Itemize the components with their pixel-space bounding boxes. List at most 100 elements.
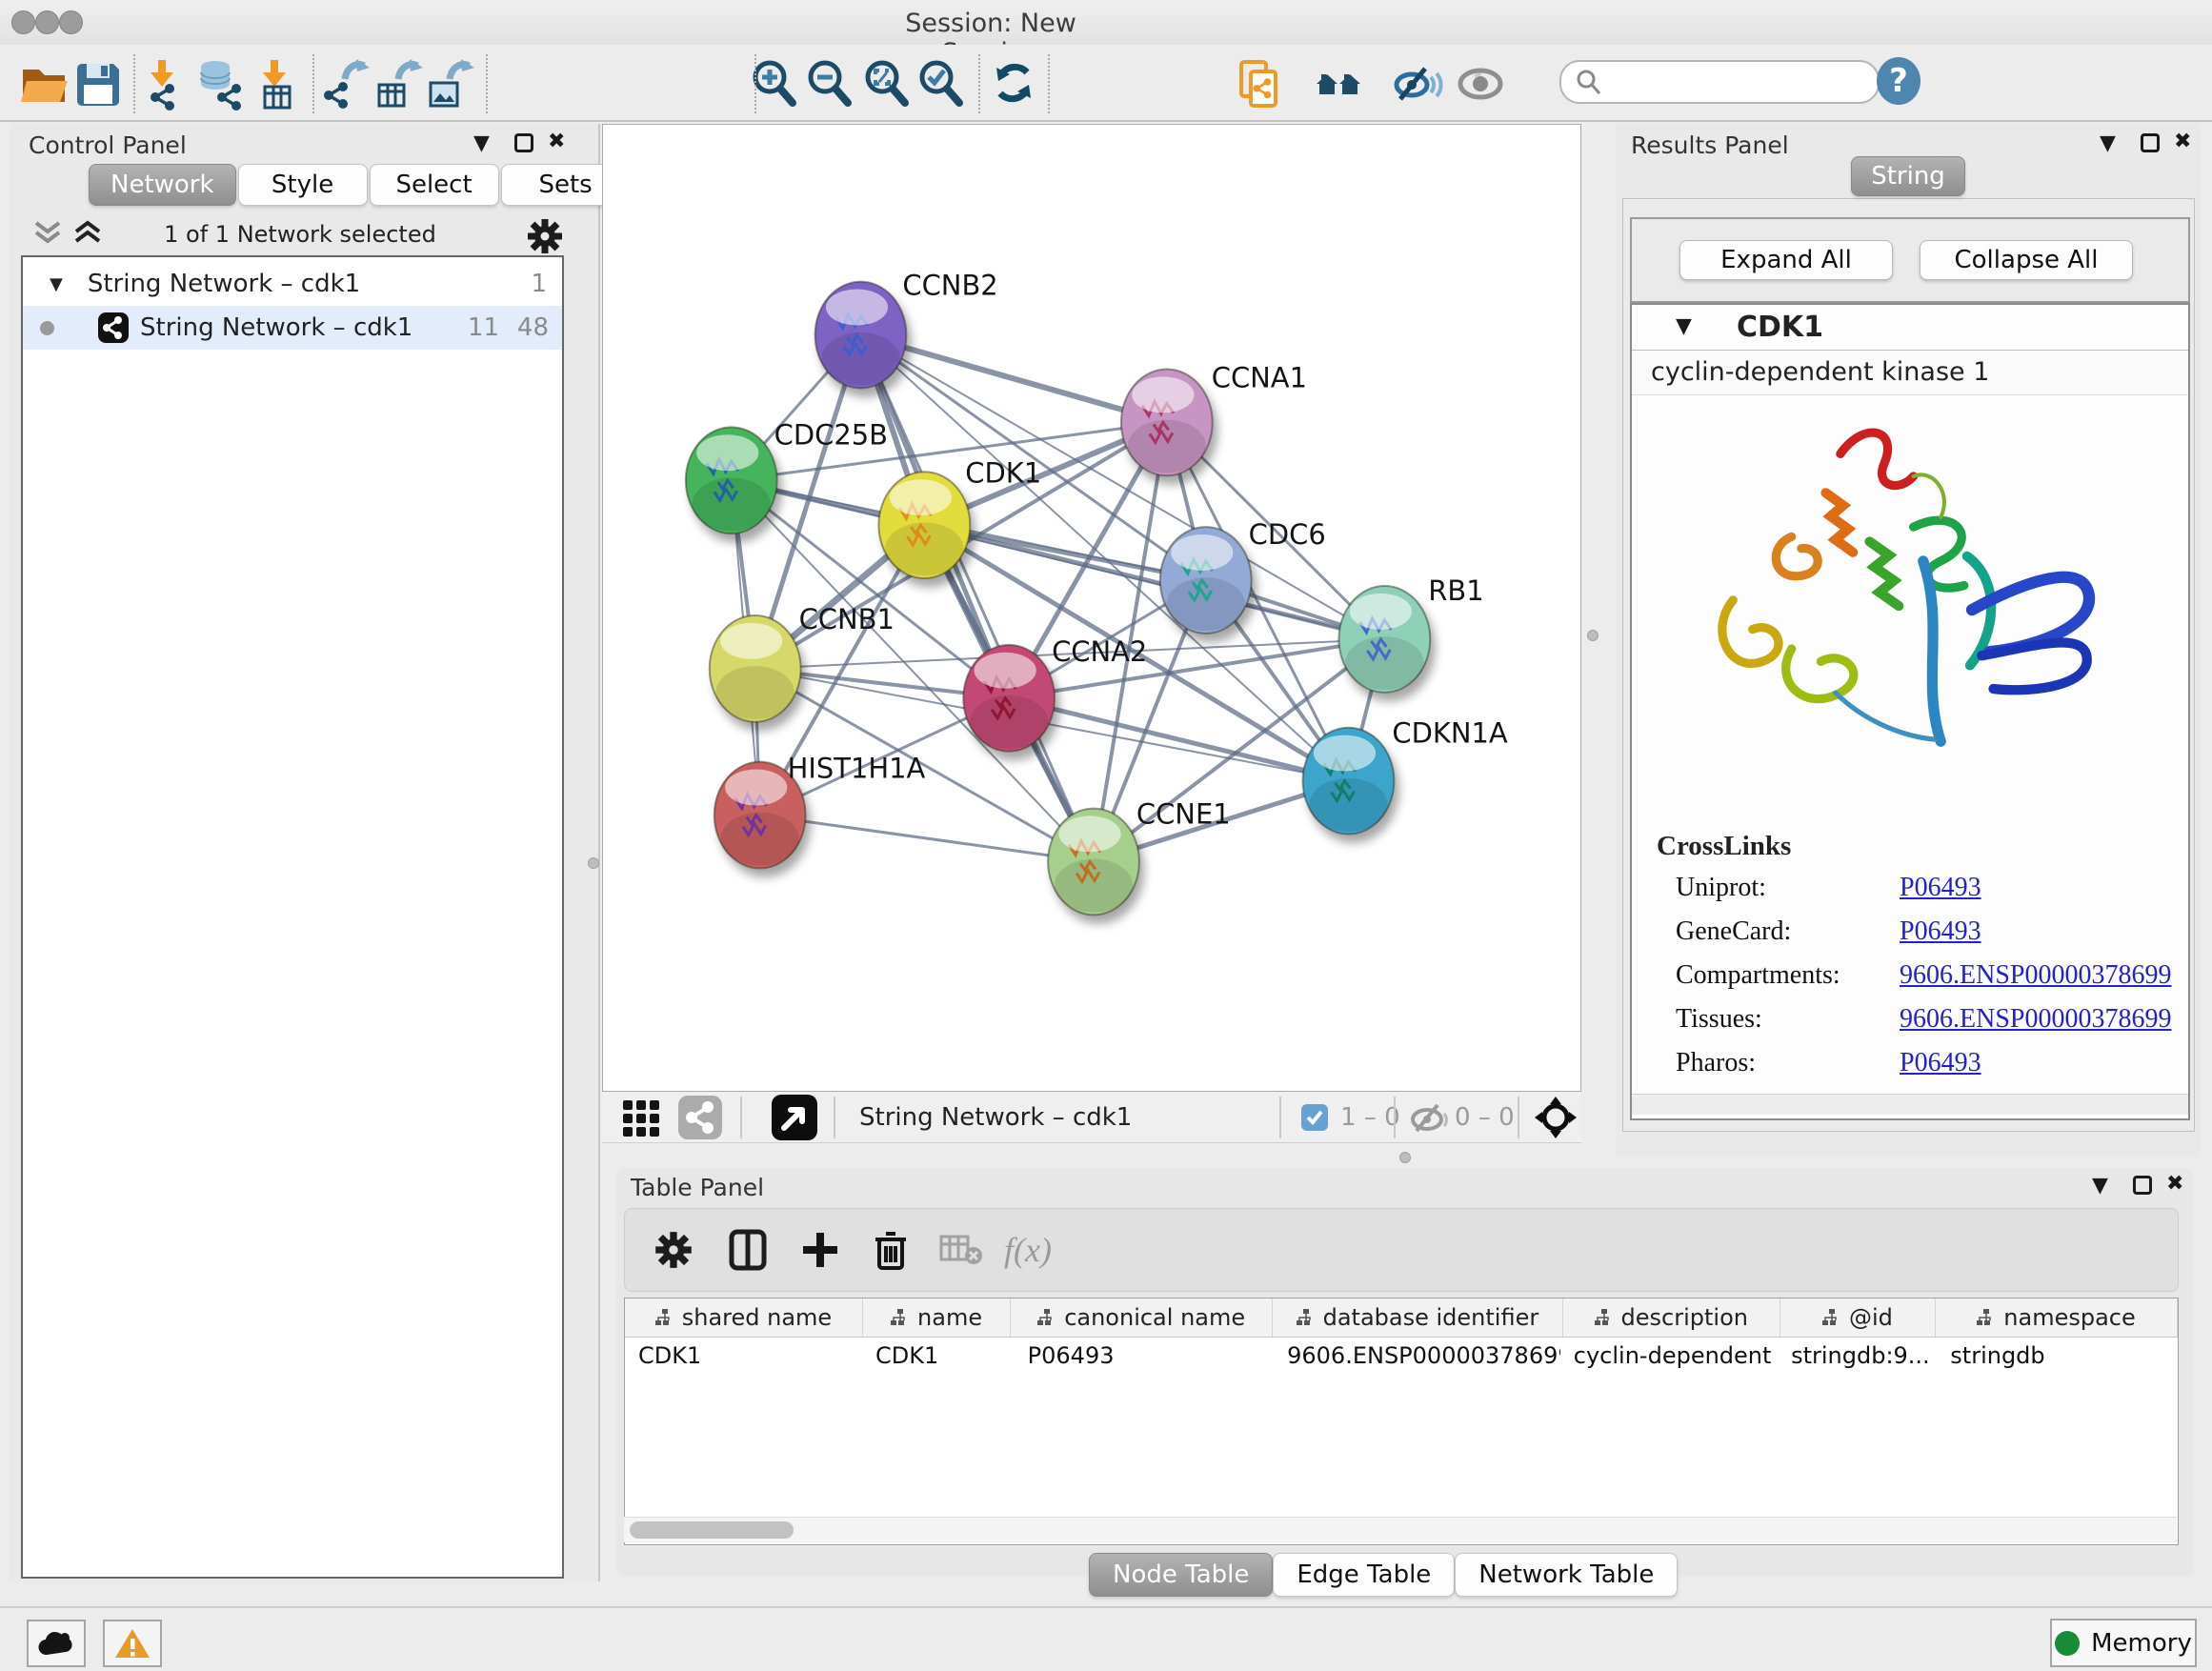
duplicate-network-icon[interactable] bbox=[1234, 58, 1287, 111]
crosslink-link[interactable]: 9606.ENSP00000378699 bbox=[1900, 960, 2171, 991]
zoom-fit-icon[interactable] bbox=[861, 58, 915, 111]
collapse-all-button[interactable]: Collapse All bbox=[1920, 240, 2133, 280]
show-panels-icon[interactable] bbox=[1314, 58, 1367, 111]
tab-string[interactable]: String bbox=[1851, 156, 1965, 196]
refresh-icon[interactable] bbox=[989, 58, 1042, 111]
zoom-in-icon[interactable] bbox=[749, 58, 802, 111]
network-node-CCNE1[interactable] bbox=[1048, 809, 1139, 916]
network-edge[interactable] bbox=[760, 815, 1094, 862]
selected-checkbox[interactable] bbox=[1301, 1098, 1328, 1137]
share-view-icon[interactable] bbox=[678, 1098, 722, 1137]
columns-icon[interactable] bbox=[724, 1226, 772, 1274]
network-row-selected[interactable]: String Network – cdk1 11 48 bbox=[23, 306, 562, 350]
network-node-CDC6[interactable] bbox=[1160, 527, 1252, 634]
memory-button[interactable]: Memory bbox=[2050, 1619, 2197, 1667]
network-node-CCNB1[interactable] bbox=[710, 615, 801, 722]
crosslinks-title: CrossLinks bbox=[1657, 831, 1791, 862]
tab-select[interactable]: Select bbox=[370, 164, 499, 206]
table-row[interactable]: CDK1CDK1P064939606.ENSP00000378699cyclin… bbox=[625, 1338, 2178, 1374]
panel-close-icon[interactable]: ✖ bbox=[2174, 131, 2191, 152]
crosslink-link[interactable]: P06493 bbox=[1900, 916, 1981, 947]
vertical-splitter-handle[interactable] bbox=[1587, 630, 1599, 641]
network-edge[interactable] bbox=[860, 335, 1166, 423]
protein-description: cyclin-dependent kinase 1 bbox=[1651, 357, 1989, 387]
zoom-window-button[interactable] bbox=[59, 10, 83, 34]
gear-icon[interactable] bbox=[524, 215, 566, 257]
delete-table-icon bbox=[937, 1226, 985, 1274]
tree-expander-icon[interactable]: ▼ bbox=[50, 274, 63, 294]
string-app-icon bbox=[98, 312, 129, 343]
tab-style[interactable]: Style bbox=[238, 164, 368, 206]
table-horizontal-scrollbar[interactable] bbox=[624, 1517, 2177, 1542]
import-network-file-icon[interactable] bbox=[139, 58, 192, 111]
crosslink-link[interactable]: P06493 bbox=[1900, 873, 1981, 903]
close-window-button[interactable] bbox=[11, 10, 35, 34]
export-network-icon[interactable] bbox=[318, 58, 372, 111]
hide-unhide-icon[interactable] bbox=[1393, 58, 1446, 111]
column-header-namespace[interactable]: namespace bbox=[1936, 1299, 2178, 1337]
collapse-expand-all-icons[interactable] bbox=[32, 217, 109, 250]
eye-icon[interactable] bbox=[1456, 58, 1509, 111]
crosslink-link[interactable]: P06493 bbox=[1900, 1048, 1981, 1078]
tab-edge-table[interactable]: Edge Table bbox=[1273, 1553, 1455, 1597]
toolbar-separator bbox=[133, 54, 135, 113]
import-table-icon[interactable] bbox=[251, 58, 305, 111]
search-input[interactable] bbox=[1559, 60, 1880, 104]
network-node-RB1[interactable] bbox=[1338, 586, 1430, 693]
cloud-button[interactable] bbox=[27, 1620, 86, 1667]
vertical-splitter-handle[interactable] bbox=[588, 857, 599, 869]
save-session-icon[interactable] bbox=[71, 58, 125, 111]
network-collection-row[interactable]: ▼ String Network – cdk1 1 bbox=[23, 262, 562, 306]
results-scrollbar[interactable] bbox=[1632, 1094, 2188, 1115]
section-expander-icon[interactable]: ▼ bbox=[1676, 316, 1692, 337]
export-table-icon[interactable] bbox=[372, 58, 425, 111]
column-header-description[interactable]: description bbox=[1563, 1299, 1780, 1337]
panel-menu-icon[interactable]: ▼ bbox=[2100, 133, 2116, 154]
toolbar-separator bbox=[1518, 1097, 1519, 1138]
crosslink-link[interactable]: 9606.ENSP00000378699 bbox=[1900, 1004, 2171, 1035]
panel-menu-icon[interactable]: ▼ bbox=[2092, 1176, 2108, 1197]
network-node-CCNB2[interactable] bbox=[815, 282, 907, 389]
network-node-CDKN1A[interactable] bbox=[1303, 728, 1395, 835]
scrollbar-thumb[interactable] bbox=[630, 1521, 794, 1539]
export-image-icon[interactable] bbox=[423, 58, 476, 111]
network-node-CCNA1[interactable] bbox=[1121, 369, 1213, 475]
crosslink-row: Compartments:9606.ENSP00000378699 bbox=[1676, 960, 2171, 1004]
column-header-name[interactable]: name bbox=[863, 1299, 1011, 1337]
network-node-CDK1[interactable] bbox=[878, 472, 970, 578]
grid-view-icon[interactable] bbox=[621, 1098, 663, 1137]
zoom-selected-icon[interactable] bbox=[915, 58, 969, 111]
gear-icon[interactable] bbox=[650, 1226, 697, 1274]
panel-menu-icon[interactable]: ▼ bbox=[473, 133, 490, 154]
tab-network[interactable]: Network bbox=[89, 164, 236, 206]
toolbar-separator bbox=[1394, 1097, 1396, 1138]
minimize-window-button[interactable] bbox=[35, 10, 59, 34]
expand-all-button[interactable]: Expand All bbox=[1679, 240, 1893, 280]
add-column-icon[interactable] bbox=[796, 1226, 844, 1274]
network-node-CCNA2[interactable] bbox=[963, 645, 1055, 752]
network-node-CDC25B[interactable] bbox=[686, 427, 777, 534]
open-file-icon[interactable] bbox=[18, 58, 71, 111]
column-header-shared-name[interactable]: shared name bbox=[625, 1299, 863, 1337]
horizontal-splitter-handle[interactable] bbox=[1399, 1152, 1411, 1163]
fit-selected-crosshair-icon[interactable] bbox=[1534, 1098, 1578, 1137]
help-button[interactable]: ? bbox=[1877, 57, 1920, 105]
column-header-database-identifier[interactable]: database identifier bbox=[1273, 1299, 1563, 1337]
column-header-@id[interactable]: @id bbox=[1780, 1299, 1936, 1337]
panel-float-icon[interactable] bbox=[2133, 1176, 2152, 1195]
delete-column-icon[interactable] bbox=[867, 1226, 915, 1274]
tab-node-table[interactable]: Node Table bbox=[1089, 1553, 1273, 1597]
zoom-out-icon[interactable] bbox=[804, 58, 857, 111]
panel-float-icon[interactable] bbox=[514, 133, 533, 152]
table-panel-title: Table Panel bbox=[631, 1174, 764, 1201]
column-header-canonical-name[interactable]: canonical name bbox=[1011, 1299, 1273, 1337]
import-network-database-icon[interactable] bbox=[194, 58, 248, 111]
tab-network-table[interactable]: Network Table bbox=[1455, 1553, 1678, 1597]
network-tree: ▼ String Network – cdk1 1 String Network… bbox=[21, 255, 564, 1579]
panel-close-icon[interactable]: ✖ bbox=[2166, 1174, 2183, 1195]
warning-button[interactable] bbox=[103, 1620, 162, 1667]
birdseye-view-icon[interactable] bbox=[772, 1098, 817, 1137]
network-canvas[interactable]: CCNB2CCNA1CDC25BCDK1CDC6RB1CCNB1CCNA2CDK… bbox=[602, 124, 1581, 1092]
panel-close-icon[interactable]: ✖ bbox=[548, 131, 565, 152]
panel-float-icon[interactable] bbox=[2141, 133, 2160, 152]
